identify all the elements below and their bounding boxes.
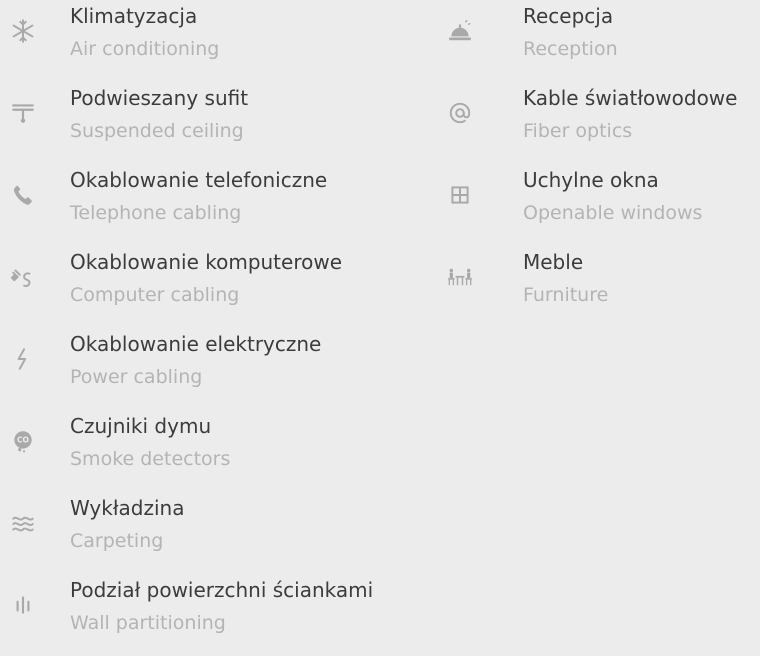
- amenity-name: Okablowanie telefoniczne: [70, 168, 328, 192]
- snowflake-icon: [8, 16, 38, 46]
- list-item: Wykładzina Carpeting: [0, 492, 420, 574]
- amenity-name: Czujniki dymu: [70, 414, 212, 438]
- list-item: Okablowanie komputerowe Computer cabling: [0, 246, 420, 328]
- list-item: Meble Furniture: [430, 246, 760, 328]
- waves-icon: [8, 508, 38, 538]
- list-item: CO Czujniki dymu Smoke detectors: [0, 410, 420, 492]
- amenity-name: Meble: [523, 250, 584, 274]
- amenity-translation: Fiber optics: [523, 120, 633, 142]
- amenities-column-right: Recepcja Reception Kable światłowodowe F…: [430, 0, 760, 328]
- list-item: Kable światłowodowe Fiber optics: [430, 82, 760, 164]
- amenity-translation: Power cabling: [70, 366, 203, 388]
- amenity-translation: Computer cabling: [70, 284, 240, 306]
- list-item: Klimatyzacja Air conditioning: [0, 0, 420, 82]
- at-sign-icon: [445, 98, 475, 128]
- list-item: Recepcja Reception: [430, 0, 760, 82]
- amenity-name: Kable światłowodowe: [523, 86, 738, 110]
- amenity-name: Wykładzina: [70, 496, 185, 520]
- amenity-translation: Wall partitioning: [70, 612, 226, 634]
- list-item: Uchylne okna Openable windows: [430, 164, 760, 246]
- reception-bell-icon: [445, 16, 475, 46]
- amenity-translation: Reception: [523, 38, 618, 60]
- cable-plug-icon: [8, 262, 38, 292]
- furniture-icon: [445, 262, 475, 292]
- list-item: Okablowanie elektryczne Power cabling: [0, 328, 420, 410]
- co-smoke-icon: CO: [8, 426, 38, 456]
- phone-icon: [8, 180, 38, 210]
- lightning-icon: [8, 344, 38, 374]
- amenity-name: Podział powierzchni ściankami: [70, 578, 374, 602]
- amenity-translation: Smoke detectors: [70, 448, 231, 470]
- amenity-name: Uchylne okna: [523, 168, 659, 192]
- amenity-name: Okablowanie elektryczne: [70, 332, 322, 356]
- amenities-list: Klimatyzacja Air conditioning Podwieszan…: [0, 0, 760, 644]
- amenity-name: Okablowanie komputerowe: [70, 250, 343, 274]
- partition-icon: [8, 590, 38, 620]
- ceiling-lamp-icon: [8, 98, 38, 128]
- amenity-name: Podwieszany sufit: [70, 86, 249, 110]
- amenity-translation: Openable windows: [523, 202, 703, 224]
- amenity-translation: Telephone cabling: [70, 202, 242, 224]
- amenities-column-left: Klimatyzacja Air conditioning Podwieszan…: [0, 0, 420, 656]
- svg-text:CO: CO: [17, 436, 30, 445]
- list-item: Podwieszany sufit Suspended ceiling: [0, 82, 420, 164]
- amenity-translation: Furniture: [523, 284, 609, 306]
- amenity-translation: Air conditioning: [70, 38, 220, 60]
- amenity-name: Klimatyzacja: [70, 4, 198, 28]
- amenity-name: Recepcja: [523, 4, 614, 28]
- list-item: Okablowanie telefoniczne Telephone cabli…: [0, 164, 420, 246]
- amenity-translation: Suspended ceiling: [70, 120, 244, 142]
- window-icon: [445, 180, 475, 210]
- amenity-translation: Carpeting: [70, 530, 164, 552]
